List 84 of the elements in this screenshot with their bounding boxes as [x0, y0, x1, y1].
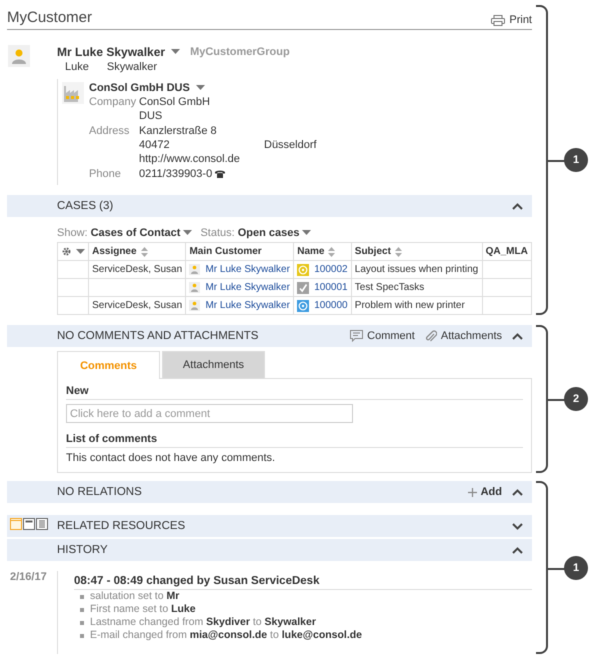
- customer-group: MyCustomerGroup: [190, 46, 290, 58]
- add-button[interactable]: Add: [468, 486, 502, 498]
- history-date: 2/16/17: [9, 571, 48, 585]
- column-header[interactable]: Subject: [354, 246, 391, 257]
- caret-icon[interactable]: [196, 85, 205, 91]
- paperclip-icon: [424, 330, 437, 342]
- field-value: 40472: [139, 138, 171, 152]
- table-cell: ServiceDesk, Susan: [92, 264, 182, 275]
- caret-icon[interactable]: [76, 248, 85, 254]
- first-name: Luke: [65, 61, 89, 73]
- phone-icon: [215, 170, 226, 178]
- table-cell: ServiceDesk, Susan: [92, 300, 182, 311]
- caret-icon[interactable]: [302, 230, 312, 236]
- section-title: RELATED RESOURCES: [57, 520, 186, 532]
- bullet-icon: [80, 594, 84, 598]
- history-title: 08:47 - 08:49 changed by Susan ServiceDesk: [74, 575, 532, 590]
- section-title: HISTORY: [57, 544, 108, 556]
- filter-dropdown[interactable]: Cases of Contact: [90, 227, 180, 239]
- attachments-button[interactable]: Attachments: [424, 330, 502, 342]
- person-avatar-icon: [8, 45, 30, 67]
- bullet-icon: [80, 608, 84, 612]
- chevron-icon[interactable]: [512, 522, 523, 530]
- section-title: CASES (3): [57, 200, 114, 212]
- section-header[interactable]: CASES (3): [7, 195, 532, 217]
- table-cell: Problem with new printer: [354, 300, 465, 311]
- field-label: New: [66, 385, 523, 400]
- printer-icon: [491, 14, 506, 26]
- section-header[interactable]: NO COMMENTS AND ATTACHMENTS Comment Attachments: [7, 325, 532, 347]
- bullet-icon: [80, 634, 84, 638]
- company-name[interactable]: ConSol GmbH DUS: [89, 82, 190, 94]
- chevron-icon[interactable]: [512, 202, 523, 210]
- caret-icon[interactable]: [183, 230, 192, 236]
- last-name: Skywalker: [106, 61, 157, 73]
- field-value: 0211/339903-0: [139, 167, 212, 181]
- callout-badge: 1: [564, 556, 588, 580]
- speech-bubble-icon: [350, 330, 364, 342]
- view-layout-icon[interactable]: [23, 518, 35, 530]
- field-value: Düsseldorf: [264, 138, 317, 152]
- table-cell: Layout issues when printing: [354, 264, 478, 275]
- settings-icon[interactable]: [61, 246, 72, 257]
- filter-label: Status:: [200, 227, 235, 239]
- section-title: NO RELATIONS: [57, 486, 142, 498]
- list-label: List of comments: [66, 433, 523, 448]
- field-value: ConSol GmbH: [139, 95, 210, 109]
- tab[interactable]: Attachments: [162, 351, 265, 378]
- person-icon: [189, 282, 200, 293]
- page-title: MyCustomer: [7, 9, 92, 26]
- filter-dropdown[interactable]: Open cases: [238, 227, 300, 239]
- sort-icon[interactable]: [140, 246, 148, 256]
- field-label: Phone: [89, 167, 122, 181]
- callout-badge: 1: [564, 148, 588, 172]
- filter-label: Show:: [57, 227, 88, 239]
- field-label: Address: [89, 124, 130, 139]
- sort-icon[interactable]: [328, 246, 336, 256]
- change-text: First name set to Luke: [90, 603, 196, 616]
- bullet-icon: [80, 620, 84, 624]
- person-icon: [189, 264, 200, 275]
- caret-icon[interactable]: [171, 49, 180, 55]
- section-header[interactable]: HISTORY: [7, 539, 532, 561]
- field-value: http://www.consol.de: [139, 152, 240, 166]
- change-text: E-mail changed from mia@consol.de to luke@consol.de: [90, 629, 362, 642]
- empty-message: This contact does not have any comments.: [66, 452, 276, 464]
- change-text: salutation set to Mr: [90, 590, 180, 603]
- chevron-icon[interactable]: [512, 332, 523, 340]
- factory-icon: [62, 82, 84, 104]
- field-value: Kanzlerstraße 8: [139, 124, 217, 138]
- print-button[interactable]: Print: [491, 14, 532, 26]
- table-cell: Test SpecTasks: [354, 282, 424, 293]
- comment-input[interactable]: Click here to add a comment: [66, 404, 353, 423]
- section-header[interactable]: NO RELATIONS Add: [7, 481, 532, 503]
- field-label: Company: [89, 95, 138, 110]
- callout-badge: 2: [564, 387, 588, 411]
- view-layout-icon[interactable]: [36, 518, 48, 530]
- sort-icon[interactable]: [394, 246, 402, 256]
- contact-name[interactable]: Mr Luke Skywalker: [57, 45, 166, 59]
- chevron-icon[interactable]: [512, 488, 523, 496]
- person-icon: [189, 300, 200, 311]
- field-value: DUS: [139, 109, 162, 123]
- section-title: NO COMMENTS AND ATTACHMENTS: [57, 330, 258, 342]
- section-header[interactable]: RELATED RESOURCES: [7, 515, 532, 537]
- plus-icon: [468, 488, 477, 496]
- comment-button[interactable]: Comment: [350, 330, 415, 342]
- change-text: Lastname changed from Skydiver to Skywalker: [90, 616, 316, 629]
- chevron-icon[interactable]: [512, 546, 523, 554]
